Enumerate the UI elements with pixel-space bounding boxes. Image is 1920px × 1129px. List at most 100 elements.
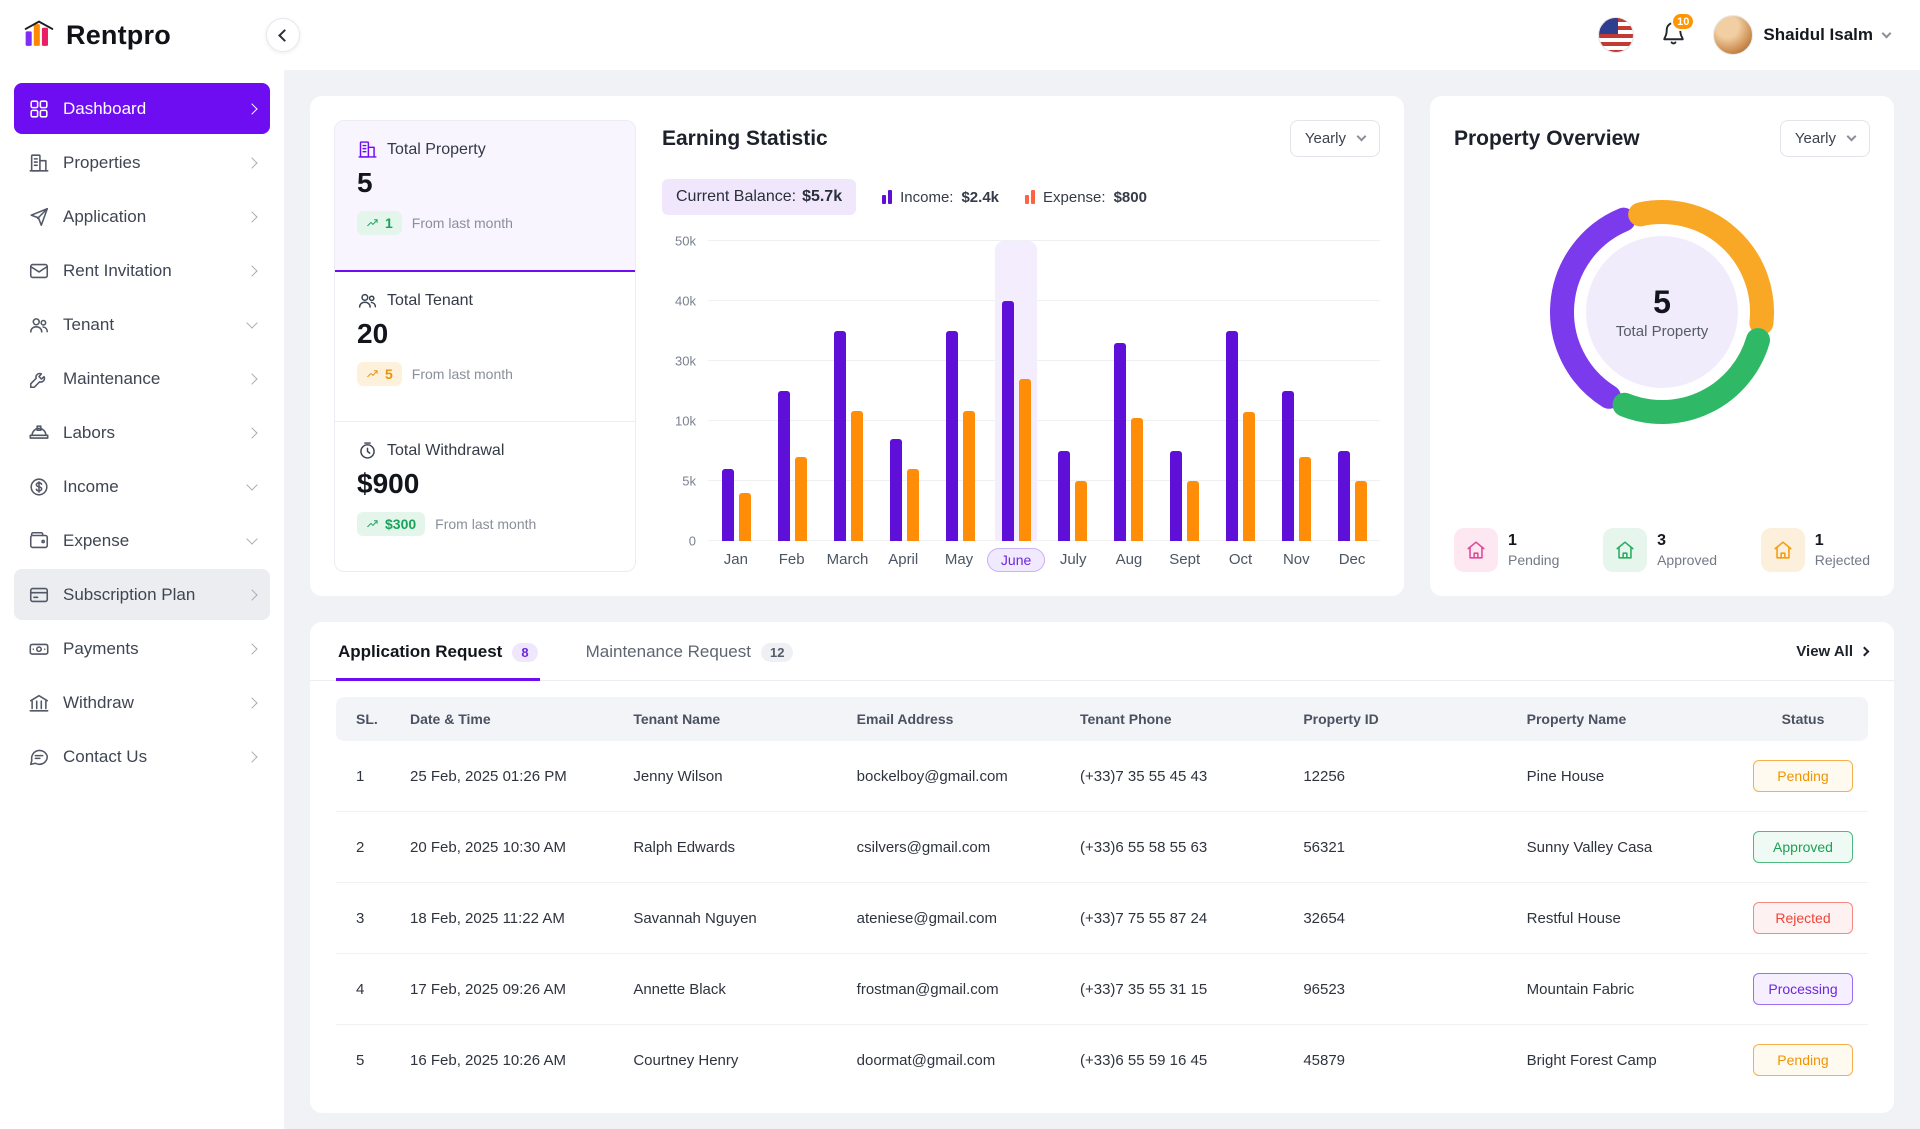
month-group-march bbox=[820, 241, 876, 541]
dashboard-icon bbox=[28, 98, 50, 120]
table-row[interactable]: 318 Feb, 2025 11:22 AMSavannah Nguyenate… bbox=[336, 883, 1868, 954]
sidebar-item-label: Income bbox=[63, 477, 119, 497]
cell-phone: (+33)6 55 58 55 63 bbox=[1068, 812, 1291, 883]
table-row[interactable]: 516 Feb, 2025 10:26 AMCourtney Henrydoor… bbox=[336, 1025, 1868, 1096]
sidebar-nav: DashboardPropertiesApplicationRent Invit… bbox=[0, 70, 284, 1129]
cell-date: 17 Feb, 2025 09:26 AM bbox=[398, 954, 621, 1025]
x-tick-label: Sept bbox=[1157, 551, 1213, 572]
chevron-down-icon bbox=[1882, 28, 1892, 38]
column-header-tenant-phone: Tenant Phone bbox=[1068, 697, 1291, 741]
chevron-down-icon bbox=[1847, 132, 1857, 142]
rentpro-logo-icon bbox=[22, 18, 56, 52]
x-tick-label: Aug bbox=[1101, 551, 1157, 572]
sidebar-item-withdraw[interactable]: Withdraw bbox=[14, 677, 270, 728]
expense-bar bbox=[851, 411, 863, 542]
month-group-aug bbox=[1100, 241, 1156, 541]
chevron-left-icon bbox=[278, 29, 291, 42]
labors-icon bbox=[28, 422, 50, 444]
sidebar-item-maintenance[interactable]: Maintenance bbox=[14, 353, 270, 404]
sidebar-item-properties[interactable]: Properties bbox=[14, 137, 270, 188]
tenant-icon bbox=[357, 290, 378, 311]
y-tick-label: 30k bbox=[675, 354, 696, 369]
income-label: Income: bbox=[900, 189, 953, 206]
donut-center-value: 5 bbox=[1653, 284, 1671, 321]
earning-bar-chart: 05k10k30k40k50k JanFebMarchAprilMayJuneJ… bbox=[662, 241, 1380, 572]
chart-x-axis: JanFebMarchAprilMayJuneJulyAugSeptOctNov… bbox=[708, 551, 1380, 572]
status-badge: Rejected bbox=[1753, 902, 1853, 934]
sidebar-collapse-button[interactable] bbox=[266, 18, 300, 52]
stat-value: 20 bbox=[357, 318, 613, 350]
cell-property-name: Mountain Fabric bbox=[1515, 954, 1738, 1025]
tab-maintenance-request[interactable]: Maintenance Request12 bbox=[584, 622, 796, 681]
expense-bar bbox=[1019, 379, 1031, 541]
tab-label: Maintenance Request bbox=[586, 642, 751, 662]
language-flag-button[interactable] bbox=[1598, 17, 1634, 53]
overview-period-select[interactable]: Yearly bbox=[1780, 120, 1870, 157]
income-bar bbox=[1002, 301, 1014, 541]
table-row[interactable]: 417 Feb, 2025 09:26 AMAnnette Blackfrost… bbox=[336, 954, 1868, 1025]
properties-icon bbox=[28, 152, 50, 174]
cell-tenant-name: Courtney Henry bbox=[621, 1025, 844, 1096]
property-overview-card: Property Overview Yearly 5 Total Propert… bbox=[1430, 96, 1894, 596]
stat-note: From last month bbox=[412, 215, 513, 231]
income-bar bbox=[1226, 331, 1238, 541]
income-bar bbox=[890, 439, 902, 541]
expense-label: Expense: bbox=[1043, 189, 1106, 206]
stat-title: Total Tenant bbox=[387, 292, 473, 310]
cell-sl: 5 bbox=[336, 1025, 398, 1096]
month-group-june bbox=[988, 241, 1044, 541]
user-name: Shaidul Isalm bbox=[1763, 25, 1873, 45]
sidebar-item-expense[interactable]: Expense bbox=[14, 515, 270, 566]
sidebar-item-income[interactable]: Income bbox=[14, 461, 270, 512]
income-bar bbox=[834, 331, 846, 541]
chevron-right-icon bbox=[246, 373, 257, 384]
sidebar-item-tenant[interactable]: Tenant bbox=[14, 299, 270, 350]
avatar bbox=[1713, 15, 1753, 55]
x-tick-label: Dec bbox=[1324, 551, 1380, 572]
cell-tenant-name: Jenny Wilson bbox=[621, 741, 844, 812]
pending-house-icon bbox=[1454, 528, 1498, 572]
view-all-link[interactable]: View All bbox=[1796, 643, 1868, 660]
sidebar-item-payments[interactable]: Payments bbox=[14, 623, 270, 674]
topbar: Rentpro 10 Shaidul Isalm bbox=[0, 0, 1920, 70]
column-header-date-time: Date & Time bbox=[398, 697, 621, 741]
y-tick-label: 50k bbox=[675, 234, 696, 249]
topbar-actions: 10 Shaidul Isalm bbox=[1598, 15, 1920, 55]
sidebar-item-labors[interactable]: Labors bbox=[14, 407, 270, 458]
income-bar bbox=[1058, 451, 1070, 541]
sidebar-item-rent-invitation[interactable]: Rent Invitation bbox=[14, 245, 270, 296]
status-badge: Pending bbox=[1753, 1044, 1853, 1076]
cell-phone: (+33)7 35 55 45 43 bbox=[1068, 741, 1291, 812]
table-row[interactable]: 125 Feb, 2025 01:26 PMJenny Wilsonbockel… bbox=[336, 741, 1868, 812]
legend-income: Income: $2.4k bbox=[882, 189, 999, 206]
brand[interactable]: Rentpro bbox=[0, 18, 284, 52]
profile-menu[interactable]: Shaidul Isalm bbox=[1713, 15, 1890, 55]
earning-period-select[interactable]: Yearly bbox=[1290, 120, 1380, 157]
payments-icon bbox=[28, 638, 50, 660]
stat-title: Total Withdrawal bbox=[387, 442, 504, 460]
tab-application-request[interactable]: Application Request8 bbox=[336, 622, 540, 681]
chevron-down-icon bbox=[246, 317, 257, 328]
cell-property-name: Pine House bbox=[1515, 741, 1738, 812]
cell-date: 16 Feb, 2025 10:26 AM bbox=[398, 1025, 621, 1096]
chart-plot bbox=[708, 241, 1380, 541]
income-bar bbox=[1114, 343, 1126, 541]
status-badge: Pending bbox=[1753, 760, 1853, 792]
sidebar-item-dashboard[interactable]: Dashboard bbox=[14, 83, 270, 134]
overview-stat-label: Approved bbox=[1657, 552, 1717, 568]
chevron-right-icon bbox=[246, 697, 257, 708]
chevron-right-icon bbox=[246, 157, 257, 168]
sidebar-item-subscription-plan[interactable]: Subscription Plan bbox=[14, 569, 270, 620]
sidebar-item-contact-us[interactable]: Contact Us bbox=[14, 731, 270, 782]
sidebar-item-application[interactable]: Application bbox=[14, 191, 270, 242]
x-tick-label: Jan bbox=[708, 551, 764, 572]
chevron-right-icon bbox=[246, 211, 257, 222]
stat-note: From last month bbox=[412, 366, 513, 382]
month-group-jan bbox=[708, 241, 764, 541]
cell-sl: 1 bbox=[336, 741, 398, 812]
earning-title: Earning Statistic bbox=[662, 127, 828, 151]
stat-note: From last month bbox=[435, 516, 536, 532]
notifications-button[interactable]: 10 bbox=[1660, 19, 1687, 51]
overview-stat-pending: 1Pending bbox=[1454, 528, 1559, 572]
table-row[interactable]: 220 Feb, 2025 10:30 AMRalph Edwardscsilv… bbox=[336, 812, 1868, 883]
